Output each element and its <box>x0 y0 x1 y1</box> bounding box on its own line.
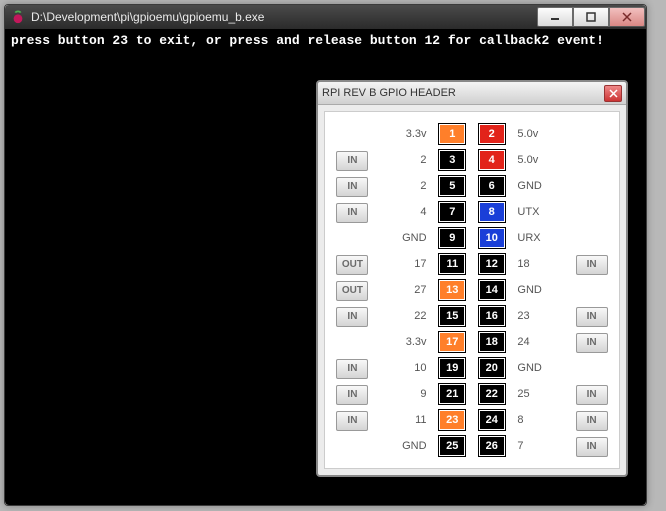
gpio-pin[interactable]: 16 <box>479 306 505 326</box>
gpio-left-label: 27 <box>376 278 433 302</box>
gpio-title: RPI REV B GPIO HEADER <box>322 87 604 99</box>
gpio-left-label: 9 <box>376 382 433 406</box>
gpio-mode-button-left[interactable]: IN <box>336 411 368 431</box>
gpio-right-label: GND <box>511 174 568 198</box>
gpio-left-label: 11 <box>376 408 433 432</box>
gpio-mode-button-left[interactable]: IN <box>336 307 368 327</box>
close-icon <box>609 89 618 98</box>
gpio-mode-button-left[interactable]: OUT <box>336 255 368 275</box>
gpio-pin[interactable]: 25 <box>439 436 465 456</box>
gpio-row: IN 10 19 20 GND <box>329 356 615 380</box>
gpio-right-label: 24 <box>511 330 568 354</box>
gpio-row: GND 9 10 URX <box>329 226 615 250</box>
gpio-left-label: 10 <box>376 356 433 380</box>
gpio-pin[interactable]: 20 <box>479 358 505 378</box>
gpio-pin[interactable]: 24 <box>479 410 505 430</box>
gpio-mode-button-right[interactable]: IN <box>576 385 608 405</box>
window-controls <box>537 7 645 27</box>
close-button[interactable] <box>609 7 645 27</box>
gpio-pin[interactable]: 12 <box>479 254 505 274</box>
window-title: D:\Development\pi\gpioemu\gpioemu_b.exe <box>31 10 537 24</box>
gpio-left-label: GND <box>376 434 433 458</box>
gpio-right-label: 18 <box>511 252 568 276</box>
gpio-left-label: 17 <box>376 252 433 276</box>
gpio-body: 3.3v125.0vIN2345.0vIN256GNDIN478UTXGND91… <box>324 111 620 469</box>
gpio-pin[interactable]: 2 <box>479 124 505 144</box>
gpio-row: 3.3v 17 18 24 IN <box>329 330 615 354</box>
gpio-mode-button-left[interactable]: IN <box>336 177 368 197</box>
gpio-pin[interactable]: 21 <box>439 384 465 404</box>
gpio-left-label: 2 <box>376 148 433 172</box>
gpio-pin[interactable]: 4 <box>479 150 505 170</box>
gpio-pin[interactable]: 7 <box>439 202 465 222</box>
gpio-mode-button-left[interactable]: IN <box>336 151 368 171</box>
gpio-pin-table: 3.3v125.0vIN2345.0vIN256GNDIN478UTXGND91… <box>329 120 615 460</box>
gpio-mode-button-left[interactable]: IN <box>336 385 368 405</box>
gpio-pin[interactable]: 17 <box>439 332 465 352</box>
gpio-row: OUT 17 11 12 18 IN <box>329 252 615 276</box>
titlebar[interactable]: D:\Development\pi\gpioemu\gpioemu_b.exe <box>5 5 646 29</box>
gpio-left-label: 3.3v <box>376 122 433 146</box>
gpio-left-label: 4 <box>376 200 433 224</box>
gpio-pin[interactable]: 14 <box>479 280 505 300</box>
gpio-row: IN 478 UTX <box>329 200 615 224</box>
gpio-row: IN 234 5.0v <box>329 148 615 172</box>
gpio-pin[interactable]: 10 <box>479 228 505 248</box>
maximize-button[interactable] <box>573 7 609 27</box>
close-icon <box>622 12 632 22</box>
gpio-row: IN 22 15 16 23 IN <box>329 304 615 328</box>
gpio-right-label: UTX <box>511 200 568 224</box>
gpio-row: 3.3v 12 5.0v <box>329 122 615 146</box>
gpio-right-label: URX <box>511 226 568 250</box>
gpio-close-button[interactable] <box>604 85 622 102</box>
gpio-row: OUT 27 13 14 GND <box>329 278 615 302</box>
minimize-icon <box>550 12 560 22</box>
gpio-left-label: GND <box>376 226 433 250</box>
gpio-pin[interactable]: 22 <box>479 384 505 404</box>
gpio-left-label: 3.3v <box>376 330 433 354</box>
gpio-titlebar[interactable]: RPI REV B GPIO HEADER <box>318 82 626 105</box>
gpio-right-label: 5.0v <box>511 122 568 146</box>
gpio-row: IN 256 GND <box>329 174 615 198</box>
gpio-pin[interactable]: 5 <box>439 176 465 196</box>
gpio-pin[interactable]: 23 <box>439 410 465 430</box>
minimize-button[interactable] <box>537 7 573 27</box>
gpio-mode-button-right[interactable]: IN <box>576 255 608 275</box>
gpio-right-label: 23 <box>511 304 568 328</box>
console-output: press button 23 to exit, or press and re… <box>5 29 646 52</box>
gpio-mode-button-right[interactable]: IN <box>576 411 608 431</box>
gpio-row: IN 11 23 24 8 IN <box>329 408 615 432</box>
gpio-pin[interactable]: 3 <box>439 150 465 170</box>
gpio-pin[interactable]: 9 <box>439 228 465 248</box>
gpio-right-label: 25 <box>511 382 568 406</box>
maximize-icon <box>586 12 596 22</box>
gpio-row: GND 25 26 7 IN <box>329 434 615 458</box>
gpio-pin[interactable]: 26 <box>479 436 505 456</box>
gpio-mode-button-right[interactable]: IN <box>576 307 608 327</box>
gpio-mode-button-right[interactable]: IN <box>576 333 608 353</box>
gpio-pin[interactable]: 8 <box>479 202 505 222</box>
gpio-pin[interactable]: 19 <box>439 358 465 378</box>
gpio-mode-button-left[interactable]: IN <box>336 203 368 223</box>
gpio-mode-button-left[interactable]: OUT <box>336 281 368 301</box>
gpio-left-label: 2 <box>376 174 433 198</box>
gpio-pin[interactable]: 18 <box>479 332 505 352</box>
gpio-right-label: 7 <box>511 434 568 458</box>
gpio-pin[interactable]: 6 <box>479 176 505 196</box>
gpio-right-label: 5.0v <box>511 148 568 172</box>
gpio-right-label: GND <box>511 356 568 380</box>
gpio-mode-button-left[interactable]: IN <box>336 359 368 379</box>
gpio-left-label: 22 <box>376 304 433 328</box>
gpio-pin[interactable]: 11 <box>439 254 465 274</box>
raspberry-icon <box>11 10 25 24</box>
gpio-pin[interactable]: 1 <box>439 124 465 144</box>
gpio-right-label: GND <box>511 278 568 302</box>
gpio-dialog[interactable]: RPI REV B GPIO HEADER 3.3v125.0vIN2345.0… <box>316 80 628 477</box>
gpio-pin[interactable]: 13 <box>439 280 465 300</box>
gpio-pin[interactable]: 15 <box>439 306 465 326</box>
gpio-right-label: 8 <box>511 408 568 432</box>
gpio-row: IN 9 21 22 25 IN <box>329 382 615 406</box>
gpio-mode-button-right[interactable]: IN <box>576 437 608 457</box>
